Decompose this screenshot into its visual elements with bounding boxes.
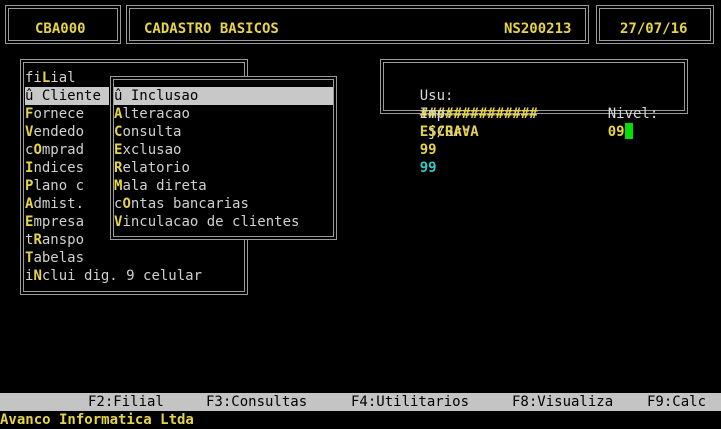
- menu-hotkey: O: [33, 142, 42, 158]
- menu-item-text: onsulta: [122, 124, 182, 140]
- function-key-4[interactable]: F8:Visualiza: [512, 393, 613, 411]
- program-code: CBA000: [35, 21, 86, 37]
- menu-item-text: ndices: [33, 160, 85, 176]
- cliente-submenu: û Inclusao Alteracao Consulta Exclusao Relat…: [110, 76, 337, 240]
- main-menu-item[interactable]: û Cliente: [25, 87, 109, 105]
- menu-item-text: liente: [50, 88, 101, 104]
- menu-item-text: ntas bancarias: [130, 196, 249, 212]
- level-value: 09: [607, 124, 625, 140]
- sub-menu-item[interactable]: û Inclusao: [114, 87, 333, 105]
- main-menu-item[interactable]: Admist.: [25, 195, 84, 213]
- printer-value: ESCRAVA: [419, 124, 479, 140]
- main-menu-item[interactable]: Fornece: [25, 105, 84, 123]
- function-key-2[interactable]: F3:Consultas: [206, 393, 307, 411]
- menu-item-text: clui dig. 9 celular: [41, 268, 203, 284]
- sub-menu-item[interactable]: Mala direta: [114, 177, 207, 195]
- printer-label: Imp:: [419, 106, 454, 122]
- screen-title: CADASTRO BASICOS: [144, 21, 279, 37]
- level-line: Nivel: 09: [574, 87, 659, 159]
- printer-line: Imp: ESCRAVA: [386, 87, 479, 159]
- menu-item-text: elatorio: [122, 160, 190, 176]
- menu-item-text: dmist.: [33, 196, 85, 212]
- main-menu-item[interactable]: iNclui dig. 9 celular: [25, 267, 202, 285]
- group-value: 99: [419, 160, 437, 176]
- menu-hotkey: R: [33, 232, 42, 248]
- function-key-5[interactable]: F9:Calc: [647, 393, 706, 411]
- sub-menu-item[interactable]: Consulta: [114, 123, 181, 141]
- menu-item-text: abelas: [33, 250, 85, 266]
- menu-item-text: ala direta: [122, 178, 207, 194]
- menu-item-text: mprad: [41, 142, 85, 158]
- menu-item-text: xclusao: [122, 142, 182, 158]
- company-name: Avanco Informatica Ltda: [0, 412, 194, 428]
- menu-item-text: ial: [50, 70, 76, 86]
- main-menu-item[interactable]: fiLial: [25, 69, 76, 87]
- sub-menu-item[interactable]: Vinculacao de clientes: [114, 213, 299, 231]
- current-date: 27/07/16: [620, 21, 688, 37]
- sub-menu-item[interactable]: Exclusao: [114, 141, 181, 159]
- function-key-3[interactable]: F4:Utilitarios: [351, 393, 469, 411]
- sub-menu-item[interactable]: cOntas bancarias: [114, 195, 249, 213]
- date-box: 27/07/16: [596, 5, 714, 44]
- text-cursor: [624, 123, 633, 139]
- sub-menu-item[interactable]: Alteracao: [114, 105, 190, 123]
- menu-item-text: lano c: [33, 178, 85, 194]
- menu-item-text: û: [114, 88, 131, 104]
- main-menu-item[interactable]: Tabelas: [25, 249, 84, 267]
- level-label: Nivel:: [607, 106, 659, 122]
- menu-hotkey: N: [33, 268, 42, 284]
- program-code-box: CBA000: [5, 5, 121, 44]
- menu-hotkey: O: [122, 196, 131, 212]
- title-box: CADASTRO BASICOS NS200213: [126, 5, 589, 44]
- session-info-box: Usu: ############## Lj/Gr: 99 99 Imp: ES…: [380, 59, 688, 176]
- main-menu-item[interactable]: Vendedo: [25, 123, 84, 141]
- main-menu-item[interactable]: tRanspo: [25, 231, 84, 249]
- menu-item-text: endedo: [33, 124, 85, 140]
- menu-item-text: mpresa: [33, 214, 85, 230]
- menu-item-text: û: [25, 88, 42, 104]
- menu-item-text: fi: [25, 70, 42, 86]
- main-menu-item[interactable]: Plano c: [25, 177, 84, 195]
- module-code: NS200213: [504, 21, 572, 37]
- main-menu-item[interactable]: Empresa: [25, 213, 84, 231]
- menu-item-text: anspo: [41, 232, 85, 248]
- main-menu-item[interactable]: Indices: [25, 159, 84, 177]
- main-menu-item[interactable]: cOmprad: [25, 141, 84, 159]
- menu-item-text: Inclusao: [130, 88, 199, 104]
- function-key-1[interactable]: F2:Filial: [88, 393, 164, 411]
- sub-menu-item[interactable]: Relatorio: [114, 159, 190, 177]
- menu-item-text: lteracao: [122, 106, 190, 122]
- menu-item-text: ornece: [33, 106, 85, 122]
- menu-item-text: inculacao de clientes: [122, 214, 300, 230]
- function-key-bar: F2:Filial F3:Consultas F4:Utilitarios F8:Vi…: [0, 393, 721, 411]
